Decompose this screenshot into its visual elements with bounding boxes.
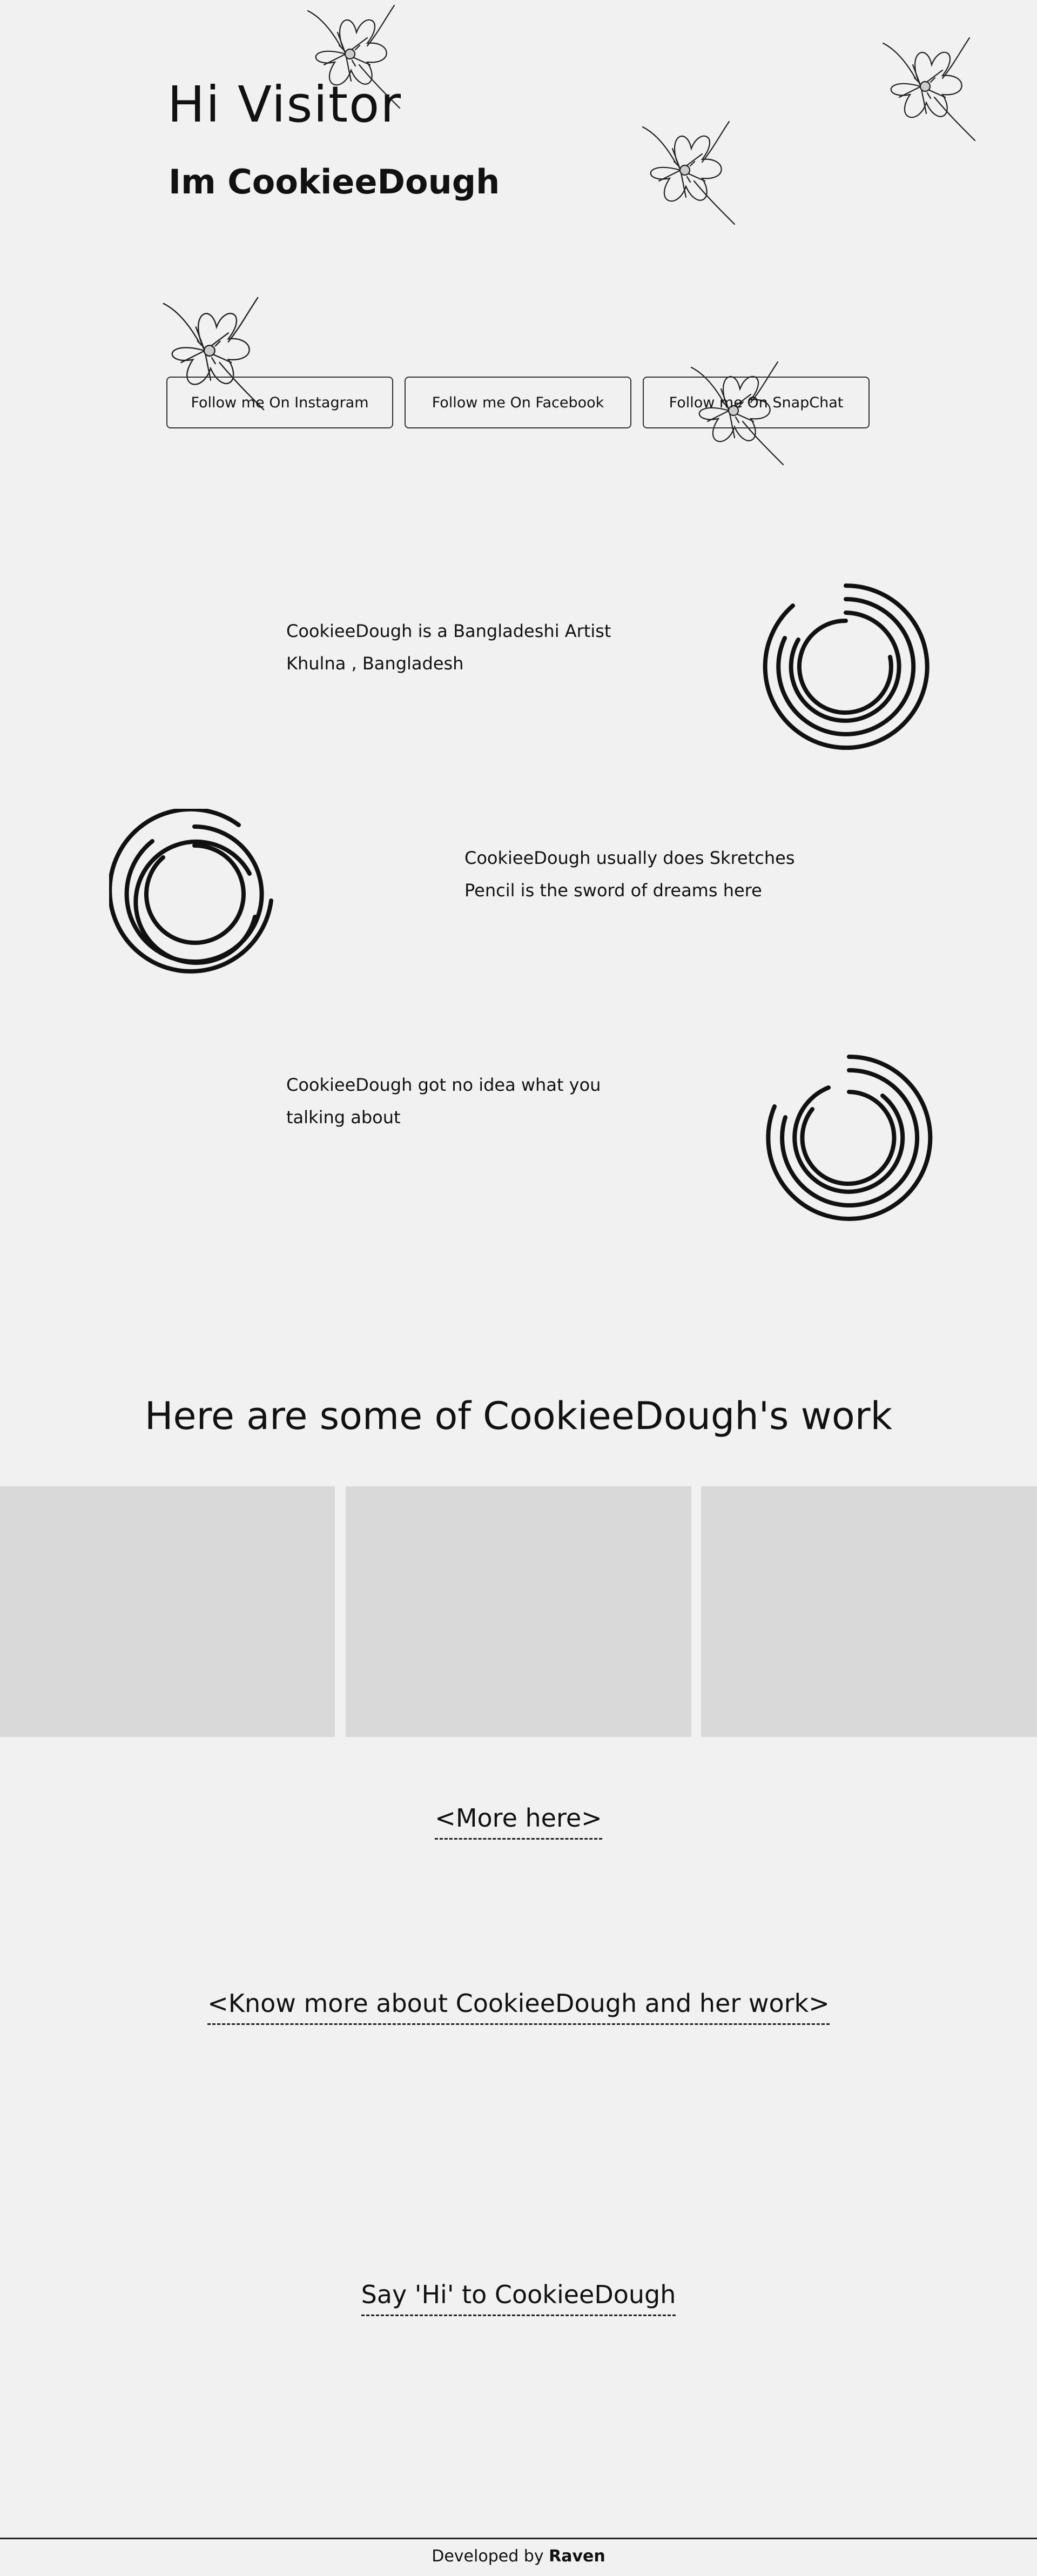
about-1-line-2: Khulna , Bangladesh	[286, 653, 464, 674]
footer-credit: Developed by Raven	[0, 2539, 1037, 2574]
about-block-1: CookieeDough is a Bangladeshi Artist Khu…	[286, 615, 611, 680]
footer-prefix: Developed by	[432, 2547, 544, 2566]
hero-intro: Im CookieeDough	[169, 162, 500, 202]
know-more-link[interactable]: <Know more about CookieeDough and her wo…	[0, 1989, 1037, 2025]
hero-greeting: Hi Visitor	[167, 76, 402, 133]
about-block-2: CookieeDough usually does Skretches Penc…	[464, 842, 794, 907]
more-work-link-label: <More here>	[435, 1803, 602, 1840]
flower-doodle-2	[642, 120, 736, 225]
flower-doodle-3	[882, 37, 976, 142]
gallery-tile-1[interactable]	[0, 1486, 335, 1737]
about-2-line-2: Pencil is the sword of dreams here	[464, 880, 762, 901]
know-more-link-label: <Know more about CookieeDough and her wo…	[207, 1989, 830, 2025]
work-section-title: Here are some of CookieeDough's work	[144, 1394, 893, 1438]
instagram-button[interactable]: Follow me On Instagram	[166, 377, 393, 428]
about-1-line-1: CookieeDough is a Bangladeshi Artist	[286, 621, 611, 641]
footer: Developed by Raven	[0, 2538, 1037, 2576]
rings-icon-3	[766, 1055, 933, 1221]
work-gallery	[0, 1486, 1037, 1737]
gallery-tile-2[interactable]	[346, 1486, 691, 1737]
more-work-link[interactable]: <More here>	[0, 1803, 1037, 1840]
snapchat-button[interactable]: Follow me On SnapChat	[643, 377, 870, 428]
rings-icon-1	[763, 583, 930, 750]
about-2-line-1: CookieeDough usually does Skretches	[464, 848, 795, 868]
about-block-3: CookieeDough got no idea what you talkin…	[286, 1069, 601, 1133]
gallery-tile-3[interactable]	[701, 1486, 1037, 1737]
rings-icon-2	[109, 809, 273, 974]
about-3-line-2: talking about	[286, 1107, 401, 1128]
footer-developer: Raven	[549, 2547, 605, 2566]
about-3-line-1: CookieeDough got no idea what you	[286, 1075, 601, 1095]
facebook-button[interactable]: Follow me On Facebook	[405, 377, 631, 428]
say-hi-link-label: Say 'Hi' to CookieeDough	[361, 2280, 676, 2316]
say-hi-link[interactable]: Say 'Hi' to CookieeDough	[0, 2280, 1037, 2316]
